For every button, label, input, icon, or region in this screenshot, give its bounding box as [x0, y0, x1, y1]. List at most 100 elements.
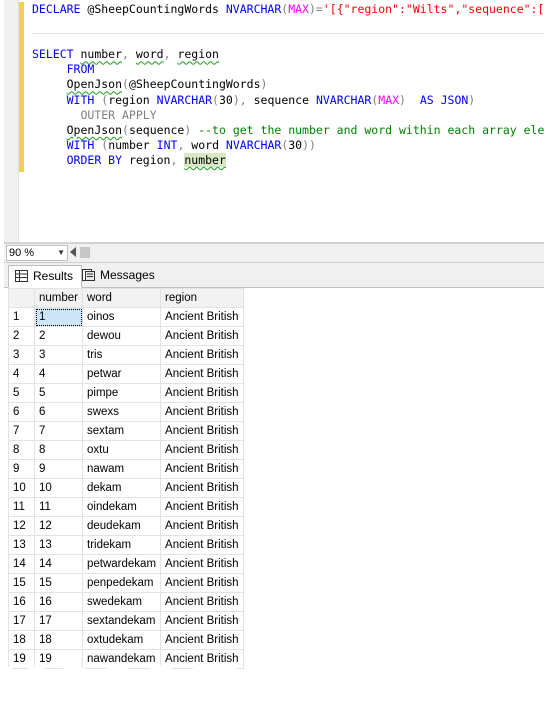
region-cell[interactable]: Ancient British	[160, 611, 244, 631]
row-number-cell[interactable]: 16	[8, 592, 35, 612]
table-row[interactable]: 10 10 dekam Ancient British	[8, 478, 244, 498]
tab-messages[interactable]: Messages	[76, 265, 163, 286]
region-cell[interactable]: Ancient British	[160, 307, 244, 327]
row-number-cell[interactable]: 10	[8, 478, 35, 498]
table-row[interactable]: 15 15 penpedekam Ancient British	[8, 573, 244, 593]
row-number-cell[interactable]: 14	[8, 554, 35, 574]
table-row[interactable]: 13 13 tridekam Ancient British	[8, 535, 244, 555]
number-cell[interactable]: 15	[34, 573, 83, 593]
region-cell[interactable]: Ancient British	[160, 573, 244, 593]
table-row[interactable]: 1 1 oinos Ancient British	[8, 307, 244, 327]
column-header-word[interactable]: word	[81, 288, 162, 308]
region-cell[interactable]: Ancient British	[160, 326, 244, 346]
row-number-cell[interactable]: 2	[8, 326, 35, 346]
code-text[interactable]: DECLARE @SheepCountingWords NVARCHAR(MAX…	[32, 2, 544, 168]
table-row[interactable]: 6 6 swexs Ancient British	[8, 402, 244, 422]
table-row[interactable]: 2 2 dewou Ancient British	[8, 326, 244, 346]
word-cell[interactable]: oxtu	[81, 440, 162, 460]
region-cell[interactable]: Ancient British	[160, 440, 244, 460]
row-number-cell[interactable]: 12	[8, 516, 35, 536]
row-number-cell[interactable]: 11	[8, 497, 35, 517]
region-cell[interactable]: Ancient British	[160, 535, 244, 555]
row-number-cell[interactable]: 19	[8, 649, 35, 669]
table-row[interactable]: 7 7 sextam Ancient British	[8, 421, 244, 441]
number-cell[interactable]: 1	[34, 307, 83, 327]
word-cell[interactable]: swedekam	[81, 592, 162, 612]
code-line[interactable]: FROM	[32, 62, 544, 77]
row-number-cell[interactable]: 7	[8, 421, 35, 441]
row-number-cell[interactable]: 1	[8, 307, 35, 327]
number-cell[interactable]: 9	[34, 459, 83, 479]
word-cell[interactable]: petwar	[81, 364, 162, 384]
number-cell[interactable]: 6	[34, 402, 83, 422]
table-row[interactable]: 8 8 oxtu Ancient British	[8, 440, 244, 460]
word-cell[interactable]: oinos	[81, 307, 162, 327]
region-cell[interactable]: Ancient British	[160, 345, 244, 365]
table-row[interactable]: 9 9 nawam Ancient British	[8, 459, 244, 479]
table-row[interactable]: 14 14 petwardekam Ancient British	[8, 554, 244, 574]
region-cell[interactable]: Ancient British	[160, 402, 244, 422]
scroll-left-icon[interactable]	[70, 247, 76, 257]
row-number-cell[interactable]: 3	[8, 345, 35, 365]
tab-results[interactable]: Results	[8, 265, 83, 288]
table-row[interactable]: 12 12 deudekam Ancient British	[8, 516, 244, 536]
word-cell[interactable]: penpedekam	[81, 573, 162, 593]
code-line[interactable]: WITH (region NVARCHAR(30), sequence NVAR…	[32, 93, 544, 108]
table-row[interactable]: 5 5 pimpe Ancient British	[8, 383, 244, 403]
number-cell[interactable]: 3	[34, 345, 83, 365]
word-cell[interactable]: oindekam	[81, 497, 162, 517]
number-cell[interactable]: 11	[34, 497, 83, 517]
word-cell[interactable]: sextandekam	[81, 611, 162, 631]
row-number-cell[interactable]: 13	[8, 535, 35, 555]
word-cell[interactable]: dekam	[81, 478, 162, 498]
region-cell[interactable]: Ancient British	[160, 497, 244, 517]
code-line[interactable]: OpenJson(sequence) --to get the number a…	[32, 123, 544, 138]
region-cell[interactable]: Ancient British	[160, 421, 244, 441]
number-cell[interactable]: 2	[34, 326, 83, 346]
number-cell[interactable]: 17	[34, 611, 83, 631]
word-cell[interactable]: oxtudekam	[81, 630, 162, 650]
region-cell[interactable]: Ancient British	[160, 554, 244, 574]
word-cell[interactable]: nawam	[81, 459, 162, 479]
word-cell[interactable]: sextam	[81, 421, 162, 441]
code-line[interactable]: SELECT number, word, region	[32, 47, 544, 62]
row-number-cell[interactable]: 9	[8, 459, 35, 479]
number-cell[interactable]: 16	[34, 592, 83, 612]
number-cell[interactable]: 13	[34, 535, 83, 555]
number-cell[interactable]: 7	[34, 421, 83, 441]
number-cell[interactable]: 5	[34, 383, 83, 403]
code-line[interactable]: WITH (number INT, word NVARCHAR(30))	[32, 138, 544, 153]
region-cell[interactable]: Ancient British	[160, 478, 244, 498]
region-cell[interactable]: Ancient British	[160, 649, 244, 669]
table-row[interactable]: 17 17 sextandekam Ancient British	[8, 611, 244, 631]
region-cell[interactable]: Ancient British	[160, 383, 244, 403]
word-cell[interactable]: deudekam	[81, 516, 162, 536]
row-number-cell[interactable]: 8	[8, 440, 35, 460]
region-cell[interactable]: Ancient British	[160, 630, 244, 650]
number-cell[interactable]: 10	[34, 478, 83, 498]
region-cell[interactable]: Ancient British	[160, 364, 244, 384]
number-cell[interactable]: 18	[34, 630, 83, 650]
code-line[interactable]	[32, 17, 544, 32]
word-cell[interactable]: pimpe	[81, 383, 162, 403]
code-line[interactable]: DECLARE @SheepCountingWords NVARCHAR(MAX…	[32, 2, 544, 17]
table-row[interactable]: 18 18 oxtudekam Ancient British	[8, 630, 244, 650]
number-cell[interactable]: 12	[34, 516, 83, 536]
results-grid[interactable]: number word region 1 1 oinos Ancient Britis…	[8, 288, 260, 669]
table-row[interactable]: 3 3 tris Ancient British	[8, 345, 244, 365]
row-number-cell[interactable]: 5	[8, 383, 35, 403]
query-editor[interactable]: DECLARE @SheepCountingWords NVARCHAR(MAX…	[4, 0, 544, 243]
word-cell[interactable]: petwardekam	[81, 554, 162, 574]
code-line[interactable]: OUTER APPLY	[32, 108, 544, 123]
row-number-cell[interactable]: 6	[8, 402, 35, 422]
column-header-region[interactable]: region	[160, 288, 244, 308]
number-cell[interactable]: 4	[34, 364, 83, 384]
row-number-cell[interactable]: 15	[8, 573, 35, 593]
table-row[interactable]: 11 11 oindekam Ancient British	[8, 497, 244, 517]
word-cell[interactable]: swexs	[81, 402, 162, 422]
row-number-cell[interactable]: 18	[8, 630, 35, 650]
row-number-header[interactable]	[8, 288, 35, 308]
code-line[interactable]: OpenJson(@SheepCountingWords)	[32, 77, 544, 92]
code-line[interactable]	[32, 32, 544, 47]
word-cell[interactable]: tridekam	[81, 535, 162, 555]
